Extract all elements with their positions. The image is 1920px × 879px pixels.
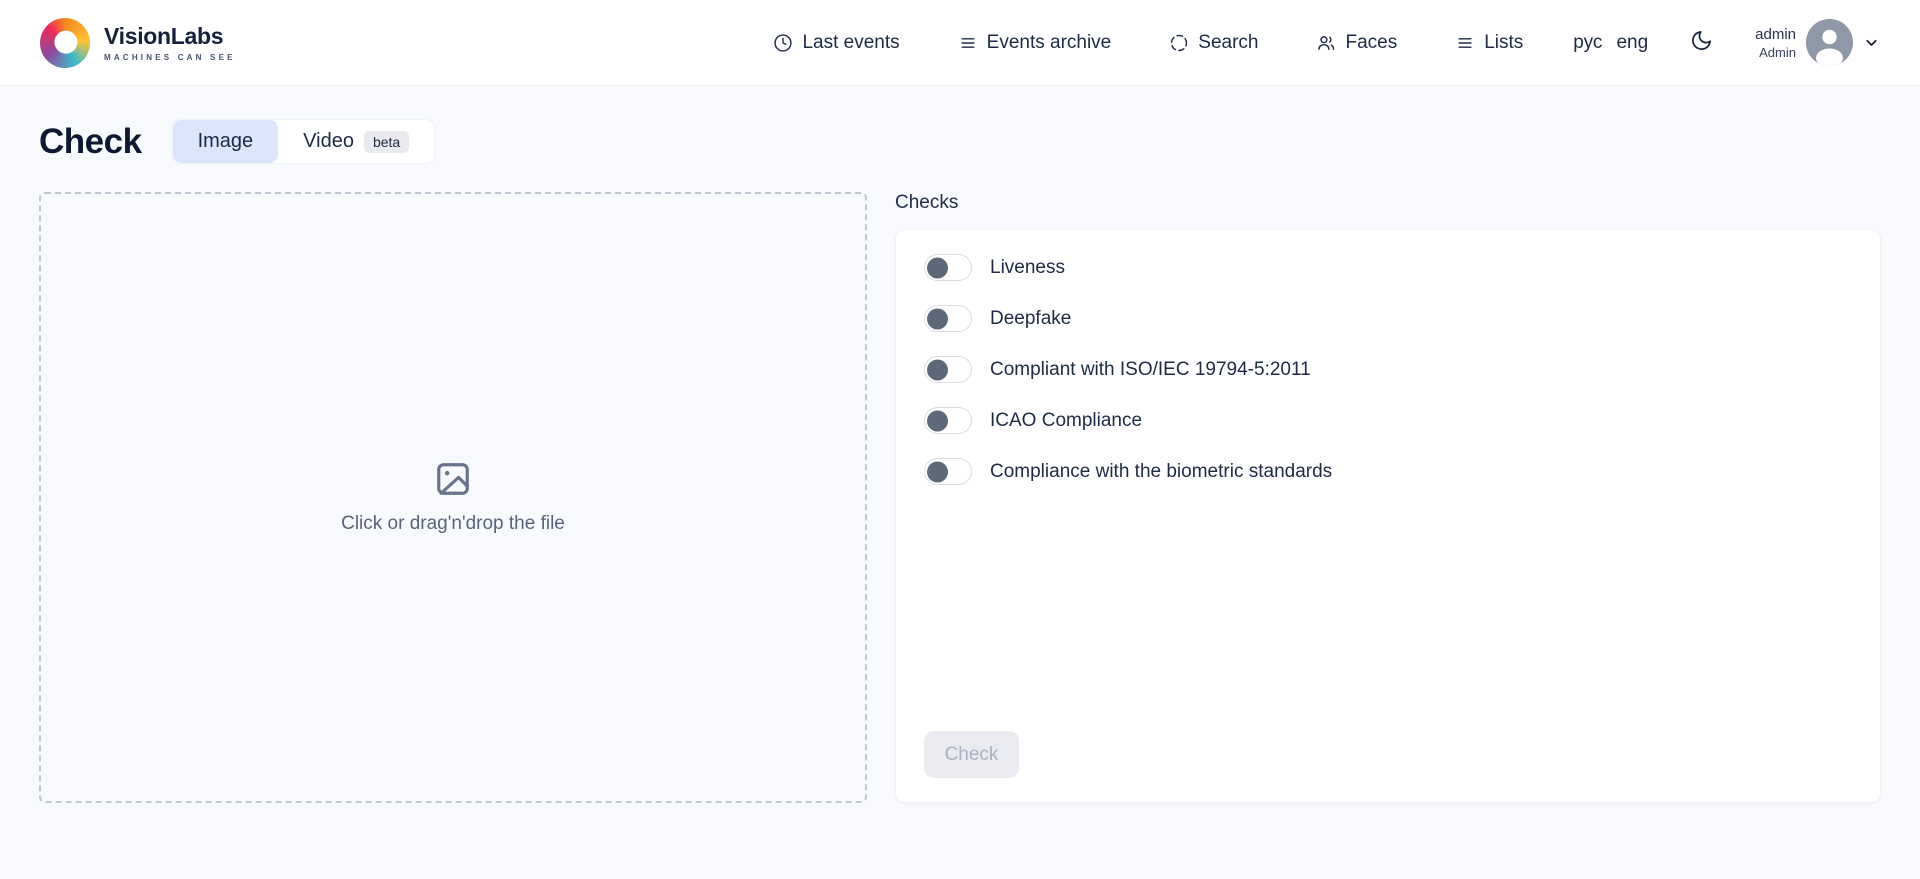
scan-icon xyxy=(1169,33,1189,53)
clock-icon xyxy=(773,33,793,53)
page-title: Check xyxy=(39,122,142,162)
language-switch: рус eng xyxy=(1573,32,1648,54)
toggle-label: Compliant with ISO/IEC 19794-5:2011 xyxy=(990,359,1311,381)
check-row-deepfake: Deepfake xyxy=(924,305,1852,332)
toggle-label: Compliance with the biometric standards xyxy=(990,461,1332,483)
user-menu[interactable]: admin Admin xyxy=(1755,19,1880,66)
brand-tagline: MACHINES CAN SEE xyxy=(104,53,236,62)
check-row-icao-compliance: ICAO Compliance xyxy=(924,407,1852,434)
moon-icon xyxy=(1690,29,1713,57)
toggle-label: ICAO Compliance xyxy=(990,410,1142,432)
avatar[interactable] xyxy=(1806,19,1853,66)
toggle-deepfake[interactable] xyxy=(924,305,972,332)
main-nav: Last events Events archive Search Faces … xyxy=(773,32,1523,54)
nav-item-events-archive[interactable]: Events archive xyxy=(958,32,1112,54)
tab-image[interactable]: Image xyxy=(173,120,279,163)
visionlabs-logo-icon xyxy=(40,18,90,68)
theme-toggle-button[interactable] xyxy=(1690,29,1713,57)
lang-option-rus[interactable]: рус xyxy=(1573,32,1602,54)
nav-item-search[interactable]: Search xyxy=(1169,32,1258,54)
users-icon xyxy=(1316,33,1336,53)
chevron-down-icon[interactable] xyxy=(1863,34,1880,51)
brand-name: VisionLabs xyxy=(104,23,236,50)
toggle-liveness[interactable] xyxy=(924,254,972,281)
checks-panel: Liveness Deepfake Compliant with ISO/IEC… xyxy=(895,229,1881,803)
toggle-biometric-standards[interactable] xyxy=(924,458,972,485)
mode-tabs: Image Video beta xyxy=(172,119,436,164)
nav-item-label: Search xyxy=(1198,32,1258,54)
nav-item-label: Lists xyxy=(1484,32,1523,54)
menu-icon xyxy=(1455,33,1475,53)
nav-item-label: Events archive xyxy=(987,32,1112,54)
image-icon xyxy=(434,460,472,503)
tab-label: Video xyxy=(303,130,354,153)
toggle-label: Liveness xyxy=(990,257,1065,279)
nav-item-last-events[interactable]: Last events xyxy=(773,32,899,54)
nav-item-faces[interactable]: Faces xyxy=(1316,32,1397,54)
check-row-biometric-standards: Compliance with the biometric standards xyxy=(924,458,1852,485)
checks-title: Checks xyxy=(895,192,1881,214)
nav-item-lists[interactable]: Lists xyxy=(1455,32,1523,54)
check-row-iso-compliance: Compliant with ISO/IEC 19794-5:2011 xyxy=(924,356,1852,383)
menu-icon xyxy=(958,33,978,53)
toggle-icao-compliance[interactable] xyxy=(924,407,972,434)
toggle-iso-compliance[interactable] xyxy=(924,356,972,383)
lang-option-eng[interactable]: eng xyxy=(1616,32,1648,54)
nav-item-label: Last events xyxy=(802,32,899,54)
tab-label: Image xyxy=(198,130,254,153)
beta-badge: beta xyxy=(364,131,409,153)
user-name: admin xyxy=(1755,26,1796,43)
dropzone-label: Click or drag'n'drop the file xyxy=(341,513,565,535)
main-content: Check Image Video beta Click or drag'n'd… xyxy=(0,119,1920,803)
check-submit-button[interactable]: Check xyxy=(924,731,1019,778)
toggle-label: Deepfake xyxy=(990,308,1071,330)
nav-item-label: Faces xyxy=(1345,32,1397,54)
top-bar: VisionLabs MACHINES CAN SEE Last events … xyxy=(0,0,1920,86)
check-row-liveness: Liveness xyxy=(924,254,1852,281)
file-dropzone[interactable]: Click or drag'n'drop the file xyxy=(39,192,867,803)
brand[interactable]: VisionLabs MACHINES CAN SEE xyxy=(40,18,236,68)
user-role: Admin xyxy=(1759,45,1796,60)
tab-video[interactable]: Video beta xyxy=(278,120,434,163)
